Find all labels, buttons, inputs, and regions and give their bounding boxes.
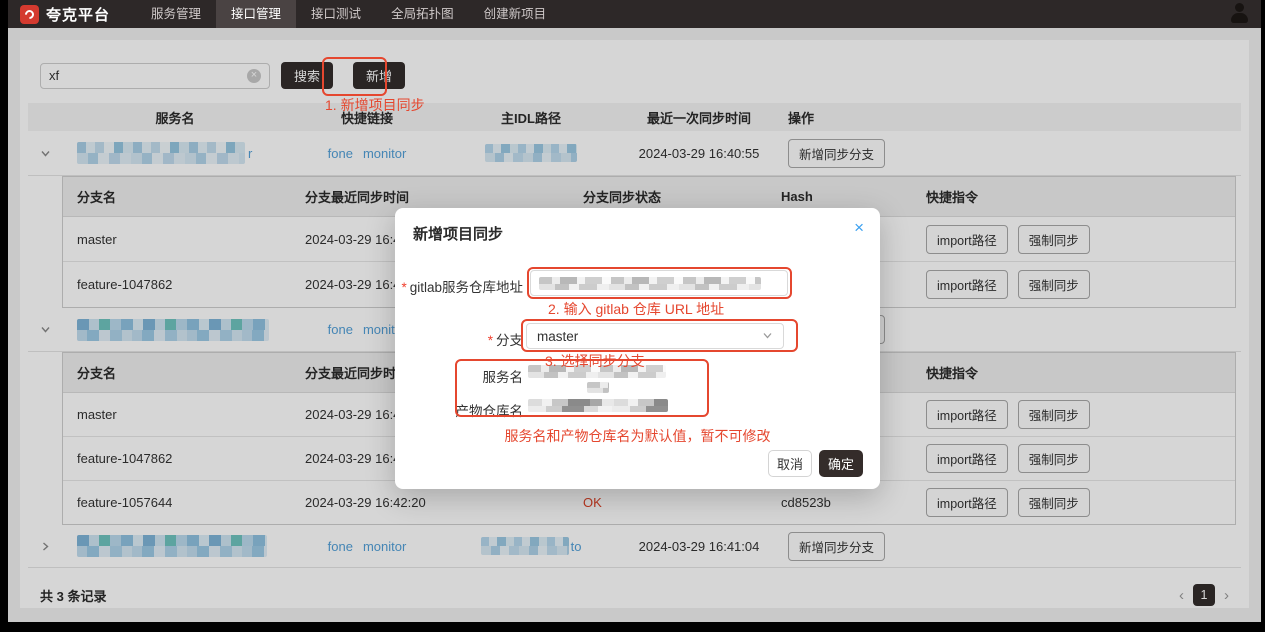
col-branch-sync-time: 分支最近同步时间: [291, 187, 569, 206]
fone-link[interactable]: fone: [328, 539, 353, 554]
search-box: ×: [40, 63, 270, 89]
quark-logo-icon: [20, 5, 39, 24]
next-page-icon[interactable]: ›: [1224, 588, 1229, 603]
col-last-sync: 最近一次同步时间: [616, 108, 782, 127]
blurred-service-name-value: [587, 382, 609, 393]
chevron-down-icon[interactable]: [28, 148, 62, 159]
col-quick-commands: 快捷指令: [912, 187, 1235, 206]
col-branch-name: 分支名: [63, 363, 291, 382]
nav-item-global-topology[interactable]: 全局拓扑图: [376, 0, 469, 28]
gitlab-repo-input[interactable]: [530, 270, 788, 296]
navbar: 夸克平台 服务管理 接口管理 接口测试 全局拓扑图 创建新项目: [8, 0, 1261, 28]
force-sync-button[interactable]: 强制同步: [1018, 225, 1090, 254]
confirm-button[interactable]: 确定: [819, 450, 863, 477]
branch-name: feature-1057644: [63, 495, 291, 510]
table-row[interactable]: r fone monitor 2024-03-29 16:40:55 新增同步分…: [28, 131, 1241, 176]
import-path-button[interactable]: import路径: [926, 488, 1008, 517]
branch-name: master: [63, 232, 291, 247]
col-quick-links: 快捷链接: [288, 108, 446, 127]
user-avatar-icon[interactable]: [1229, 2, 1251, 24]
search-button[interactable]: 搜索: [281, 62, 333, 89]
table-row[interactable]: fone monitor to 2024-03-29 16:41:04 新增同步…: [28, 525, 1241, 568]
blurred-idl-path: [485, 144, 577, 162]
col-service-name: 服务名: [62, 108, 288, 127]
service-name-label: 服务名: [395, 366, 523, 386]
modal-hint-text: 服务名和产物仓库名为默认值，暂不可修改: [395, 426, 880, 446]
last-sync-time: 2024-03-29 16:41:04: [616, 539, 782, 554]
col-branch-name: 分支名: [63, 187, 291, 206]
force-sync-button[interactable]: 强制同步: [1018, 400, 1090, 429]
import-path-button[interactable]: import路径: [926, 270, 1008, 299]
nav-item-create-project[interactable]: 创建新项目: [469, 0, 562, 28]
blurred-service-name: [77, 535, 267, 557]
fone-link[interactable]: fone: [328, 146, 353, 161]
chevron-down-icon: [762, 329, 773, 344]
branch-name: master: [63, 407, 291, 422]
add-sync-branch-button[interactable]: 新增同步分支: [788, 532, 885, 561]
toolbar: × 搜索 新增: [28, 62, 1241, 89]
add-project-sync-modal: 新增项目同步 × *gitlab服务仓库地址 *分支 master 服务名 产物…: [395, 208, 880, 489]
branch-label: *分支: [395, 329, 523, 349]
branch-status: OK: [569, 495, 767, 510]
branch-select-value: master: [537, 329, 578, 344]
gitlab-repo-label: *gitlab服务仓库地址: [395, 276, 523, 296]
prev-page-icon[interactable]: ‹: [1179, 588, 1184, 603]
force-sync-button[interactable]: 强制同步: [1018, 488, 1090, 517]
col-idl-path: 主IDL路径: [446, 108, 616, 127]
table-footer: 共 3 条记录 ‹ 1 ›: [40, 584, 1229, 606]
page-number-button[interactable]: 1: [1193, 584, 1215, 606]
search-input[interactable]: [49, 68, 247, 83]
nav-item-interface-management[interactable]: 接口管理: [216, 0, 296, 28]
pagination: ‹ 1 ›: [1179, 584, 1229, 606]
import-path-button[interactable]: import路径: [926, 444, 1008, 473]
chevron-right-icon[interactable]: [28, 541, 62, 552]
blurred-service-name: [77, 319, 269, 341]
branch-name: feature-1047862: [63, 451, 291, 466]
table-header-row: 服务名 快捷链接 主IDL路径 最近一次同步时间 操作: [28, 103, 1241, 131]
last-sync-time: 2024-03-29 16:40:55: [616, 146, 782, 161]
branch-time: 2024-03-29 16:42:20: [291, 495, 569, 510]
brand-title: 夸克平台: [46, 4, 110, 25]
clear-icon[interactable]: ×: [247, 69, 261, 83]
add-sync-branch-button[interactable]: 新增同步分支: [788, 139, 885, 168]
branch-hash: cd8523b: [767, 495, 912, 510]
import-path-button[interactable]: import路径: [926, 225, 1008, 254]
blurred-idl-path: [481, 537, 569, 555]
chevron-down-icon[interactable]: [28, 324, 62, 335]
monitor-link[interactable]: monitor: [363, 146, 406, 161]
branch-name: feature-1047862: [63, 277, 291, 292]
product-repo-label: 产物仓库名: [395, 400, 523, 420]
app-window: 夸克平台 服务管理 接口管理 接口测试 全局拓扑图 创建新项目 × 搜索 新增: [8, 0, 1261, 622]
force-sync-button[interactable]: 强制同步: [1018, 270, 1090, 299]
fone-link[interactable]: fone: [328, 322, 353, 337]
monitor-link[interactable]: monitor: [363, 539, 406, 554]
nav-item-interface-test[interactable]: 接口测试: [296, 0, 376, 28]
modal-title: 新增项目同步: [413, 223, 503, 244]
add-button[interactable]: 新增: [353, 62, 405, 89]
blurred-repo-url: [539, 277, 761, 290]
records-count: 共 3 条记录: [40, 586, 106, 605]
nav-item-service-management[interactable]: 服务管理: [136, 0, 216, 28]
cancel-button[interactable]: 取消: [768, 450, 812, 477]
idl-path-suffix: to: [571, 539, 582, 554]
col-branch-sync-status: 分支同步状态: [569, 187, 767, 206]
blurred-product-repo-value: [528, 399, 668, 412]
close-icon[interactable]: ×: [854, 219, 864, 236]
service-name-suffix: r: [248, 146, 252, 161]
col-hash: Hash: [767, 189, 912, 204]
col-quick-commands: 快捷指令: [912, 363, 1235, 382]
branch-select[interactable]: master: [526, 323, 784, 349]
col-operations: 操作: [782, 108, 1241, 127]
blurred-service-name-value: [528, 365, 666, 378]
force-sync-button[interactable]: 强制同步: [1018, 444, 1090, 473]
import-path-button[interactable]: import路径: [926, 400, 1008, 429]
blurred-service-name: [77, 142, 245, 164]
